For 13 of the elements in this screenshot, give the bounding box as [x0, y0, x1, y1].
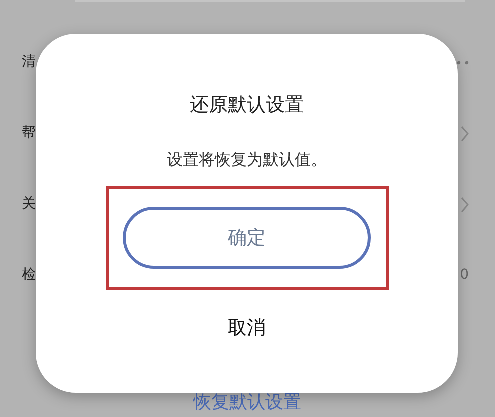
more-icon: [457, 60, 469, 64]
confirm-button[interactable]: 确定: [123, 207, 371, 269]
chevron-icon: [461, 126, 469, 142]
setting-label: 帮: [22, 124, 36, 143]
setting-value: 0: [460, 266, 469, 285]
chevron-icon: [461, 196, 469, 212]
dialog-message: 设置将恢复为默认值。: [167, 149, 327, 171]
setting-label: 关: [22, 195, 36, 214]
cancel-button[interactable]: 取消: [187, 308, 307, 348]
dialog-title: 还原默认设置: [190, 93, 304, 118]
setting-label: 清: [22, 53, 36, 72]
setting-label: 检: [22, 266, 36, 285]
restore-defaults-link[interactable]: 恢复默认设置: [194, 392, 302, 414]
